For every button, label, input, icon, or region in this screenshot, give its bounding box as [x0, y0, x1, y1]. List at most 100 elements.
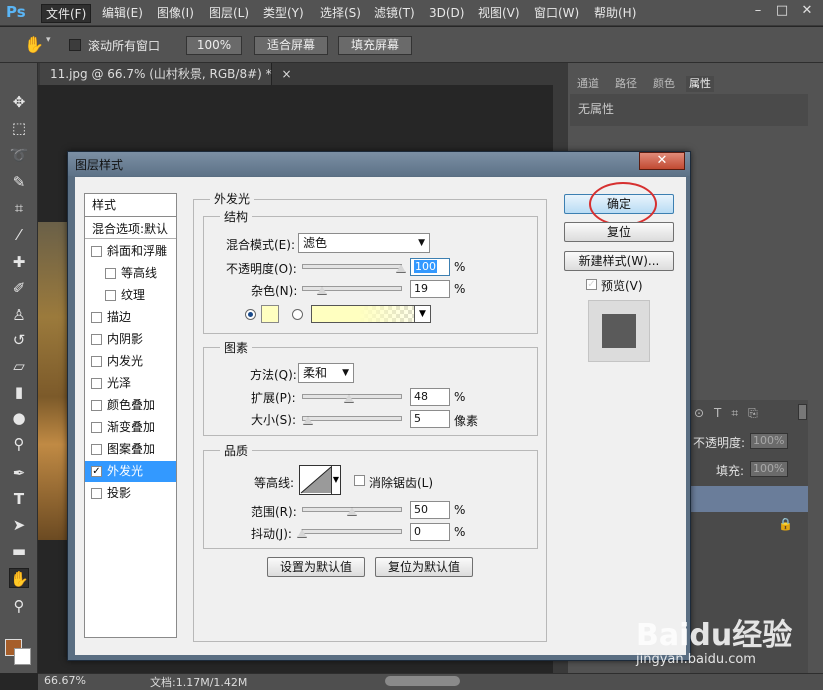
antialias-checkbox[interactable]: [354, 475, 365, 486]
style-list-item[interactable]: 渐变叠加: [85, 417, 176, 438]
layer-fill-field[interactable]: 100%: [750, 461, 788, 477]
style-list-item[interactable]: 内阴影: [85, 329, 176, 350]
blend-mode-select[interactable]: 滤色 ▼: [298, 233, 430, 253]
jitter-input[interactable]: 0: [410, 523, 450, 541]
menu-item[interactable]: 视图(V): [474, 4, 524, 23]
panel-tab[interactable]: 颜色: [650, 76, 678, 92]
path-select-tool-icon[interactable]: ➤: [9, 515, 29, 535]
menu-item[interactable]: 帮助(H): [590, 4, 640, 23]
glow-gradient-swatch[interactable]: ▼: [311, 305, 431, 323]
panel-tab[interactable]: 属性: [686, 76, 714, 92]
maximize-icon[interactable]: □: [772, 3, 792, 19]
quick-select-tool-icon[interactable]: ✎: [9, 172, 29, 192]
filter-toggle[interactable]: [798, 404, 807, 420]
dialog-titlebar[interactable]: [68, 152, 690, 176]
document-tab[interactable]: 11.jpg @ 66.7% (山村秋景, RGB/8#) * ×: [40, 63, 292, 85]
preview-checkbox[interactable]: ✓: [586, 279, 597, 290]
reset-default-button[interactable]: 复位为默认值: [375, 557, 473, 577]
chevron-down-icon[interactable]: ▼: [414, 306, 430, 322]
close-icon[interactable]: ✕: [797, 3, 817, 19]
layer-filter-icons[interactable]: ⊙T⌗⎘: [694, 406, 768, 421]
style-list-item[interactable]: ✓ 外发光: [85, 461, 176, 482]
panel-tab[interactable]: 路径: [612, 76, 640, 92]
dialog-close-button[interactable]: ✕: [639, 152, 685, 170]
style-checkbox[interactable]: [91, 356, 102, 367]
scroll-all-checkbox[interactable]: [69, 39, 81, 51]
menu-item[interactable]: 编辑(E): [98, 4, 147, 23]
style-checkbox[interactable]: [105, 290, 116, 301]
status-zoom[interactable]: 66.67%: [44, 674, 86, 687]
menu-item[interactable]: 类型(Y): [259, 4, 308, 23]
glow-color-swatch[interactable]: [261, 305, 279, 323]
style-list-item[interactable]: 斜面和浮雕: [85, 241, 176, 262]
zoom-tool-icon[interactable]: ⚲: [9, 596, 29, 616]
fill-screen-button[interactable]: 填充屏幕: [338, 36, 412, 55]
hand-tool-icon[interactable]: ✋: [9, 568, 29, 588]
technique-select[interactable]: 柔和 ▼: [298, 363, 354, 383]
make-default-button[interactable]: 设置为默认值: [267, 557, 365, 577]
style-checkbox[interactable]: [91, 488, 102, 499]
menu-item[interactable]: 图像(I): [153, 4, 198, 23]
menu-item[interactable]: 图层(L): [205, 4, 253, 23]
jitter-slider[interactable]: [302, 529, 402, 534]
style-list-item[interactable]: 内发光: [85, 351, 176, 372]
history-brush-tool-icon[interactable]: ↺: [9, 330, 29, 350]
chevron-down-icon[interactable]: ▼: [331, 466, 340, 494]
range-input[interactable]: 50: [410, 501, 450, 519]
spread-slider[interactable]: [302, 394, 402, 399]
blend-options-item[interactable]: 混合选项:默认: [92, 220, 168, 237]
dodge-tool-icon[interactable]: ⚲: [9, 434, 29, 454]
reset-button[interactable]: 复位: [564, 222, 674, 242]
menu-item[interactable]: 滤镜(T): [370, 4, 419, 23]
chevron-down-icon[interactable]: ▾: [46, 35, 51, 45]
style-list-item[interactable]: 等高线: [85, 263, 176, 284]
gradient-radio[interactable]: [292, 309, 303, 320]
style-list-item[interactable]: 图案叠加: [85, 439, 176, 460]
brush-tool-icon[interactable]: ✐: [9, 278, 29, 298]
style-checkbox[interactable]: [91, 444, 102, 455]
style-list-item[interactable]: 光泽: [85, 373, 176, 394]
noise-input[interactable]: 19: [410, 280, 450, 298]
stamp-tool-icon[interactable]: ♙: [9, 305, 29, 325]
marquee-tool-icon[interactable]: ⬚: [9, 118, 29, 138]
style-checkbox[interactable]: [91, 312, 102, 323]
menu-item[interactable]: 选择(S): [316, 4, 365, 23]
move-tool-icon[interactable]: ✥: [9, 92, 29, 112]
style-checkbox[interactable]: [105, 268, 116, 279]
selected-layer-row[interactable]: [690, 486, 808, 512]
color-radio[interactable]: [245, 309, 256, 320]
spread-input[interactable]: 48: [410, 388, 450, 406]
style-checkbox[interactable]: [91, 378, 102, 389]
layer-opacity-field[interactable]: 100%: [750, 433, 788, 449]
fit-screen-button[interactable]: 适合屏幕: [254, 36, 328, 55]
style-list-item[interactable]: 纹理: [85, 285, 176, 306]
menu-item[interactable]: 文件(F): [41, 4, 92, 23]
eyedropper-tool-icon[interactable]: ⁄: [9, 225, 29, 245]
hand-icon[interactable]: ✋: [24, 35, 44, 54]
style-checkbox[interactable]: [91, 246, 102, 257]
zoom-100-button[interactable]: 100%: [186, 36, 242, 55]
opacity-input[interactable]: 100: [410, 258, 450, 276]
style-checkbox[interactable]: [91, 422, 102, 433]
size-input[interactable]: 5: [410, 410, 450, 428]
crop-tool-icon[interactable]: ⌗: [9, 198, 29, 218]
horizontal-scroll-thumb[interactable]: [385, 676, 460, 686]
style-list-item[interactable]: 投影: [85, 483, 176, 504]
gradient-tool-icon[interactable]: ▮: [9, 382, 29, 402]
new-style-button[interactable]: 新建样式(W)...: [564, 251, 674, 271]
type-tool-icon[interactable]: T: [9, 489, 29, 509]
tab-close-icon[interactable]: ×: [281, 67, 291, 81]
style-list-item[interactable]: 颜色叠加: [85, 395, 176, 416]
style-list-item[interactable]: 描边: [85, 307, 176, 328]
background-color-swatch[interactable]: [14, 648, 31, 665]
healing-tool-icon[interactable]: ✚: [9, 252, 29, 272]
eraser-tool-icon[interactable]: ▱: [9, 356, 29, 376]
size-slider[interactable]: [302, 416, 402, 421]
pen-tool-icon[interactable]: ✒: [9, 463, 29, 483]
menu-item[interactable]: 3D(D): [425, 4, 468, 23]
style-checkbox[interactable]: ✓: [91, 466, 102, 477]
opacity-slider[interactable]: [302, 264, 402, 269]
style-checkbox[interactable]: [91, 334, 102, 345]
contour-picker[interactable]: ▼: [299, 465, 341, 495]
lasso-tool-icon[interactable]: ➰: [9, 145, 29, 165]
